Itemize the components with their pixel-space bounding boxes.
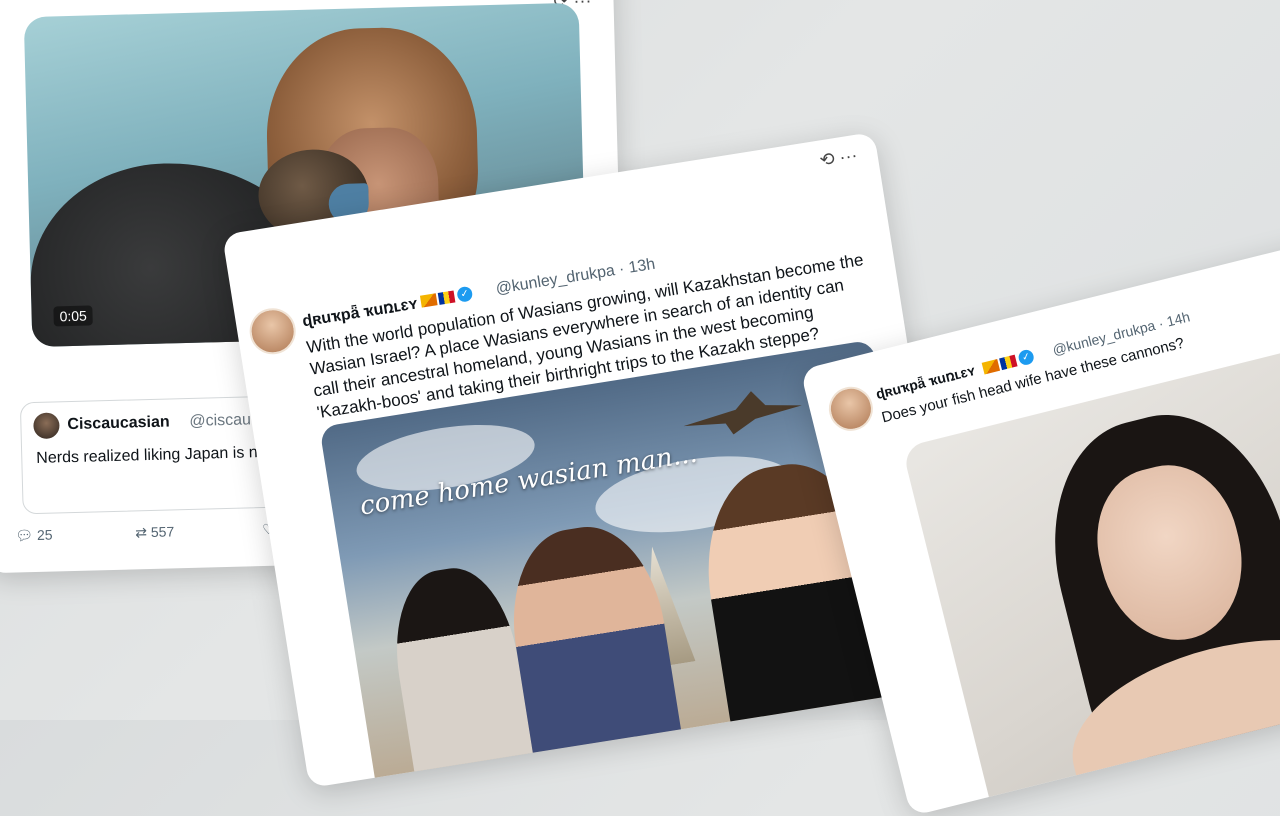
flag-icon bbox=[981, 358, 1001, 375]
reply-count-value: 25 bbox=[36, 526, 53, 543]
more-options-icon[interactable]: ⟲ ··· bbox=[818, 145, 859, 172]
verified-icon: ✓ bbox=[456, 285, 474, 304]
repost-icon: ⇄ bbox=[135, 524, 148, 541]
flag-icon bbox=[419, 293, 438, 308]
avatar[interactable] bbox=[824, 382, 878, 436]
person-left-shape bbox=[383, 560, 537, 789]
repost-count-value: 557 bbox=[150, 523, 175, 540]
avatar[interactable] bbox=[33, 412, 60, 440]
reply-count[interactable]: 💬︎ 25 bbox=[15, 527, 53, 545]
flag-icon bbox=[999, 354, 1018, 370]
tweet-image[interactable] bbox=[901, 346, 1280, 816]
verified-icon: ✓ bbox=[1017, 348, 1036, 367]
eagle-shape bbox=[680, 384, 805, 442]
quoted-user-name[interactable]: Ciscaucasian bbox=[67, 413, 170, 434]
avatar[interactable] bbox=[246, 304, 299, 358]
repost-count[interactable]: ⇄ 557 bbox=[135, 523, 174, 541]
reply-icon: 💬︎ bbox=[15, 527, 34, 544]
flag-icon bbox=[437, 290, 456, 305]
user-badges: ✓ bbox=[419, 285, 474, 311]
video-timestamp: 0:05 bbox=[53, 305, 94, 327]
